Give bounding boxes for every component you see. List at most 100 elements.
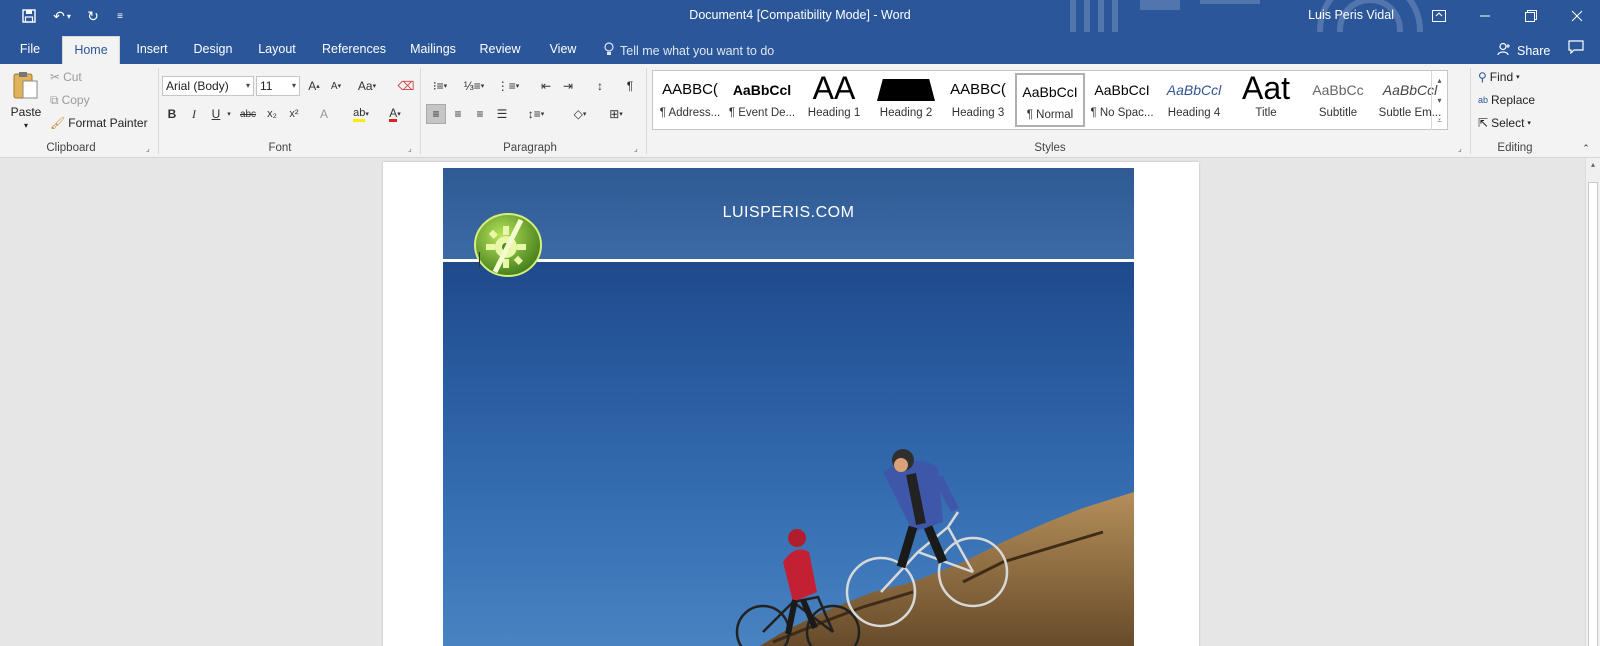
strikethrough-button[interactable]: abc xyxy=(236,104,260,124)
styles-gallery[interactable]: AABBC( ¶ Address... AaBbCcl ¶ Event De..… xyxy=(652,70,1448,130)
numbering-icon[interactable]: ⅓≡ ▾ xyxy=(460,76,488,96)
header-band: LUISPERIS.COM xyxy=(443,168,1134,259)
cover-photo[interactable] xyxy=(443,262,1134,646)
clear-formatting-icon[interactable]: ⌫ xyxy=(396,76,416,96)
separator xyxy=(1470,68,1471,154)
bullets-icon[interactable]: ⁝≡ ▾ xyxy=(426,76,454,96)
select-label: Select xyxy=(1491,116,1525,130)
style-no-spacing[interactable]: AaBbCcI ¶ No Spac... xyxy=(1087,73,1157,127)
style-normal[interactable]: AaBbCcI ¶ Normal xyxy=(1015,73,1085,127)
font-size-combo[interactable]: 11 ▾ xyxy=(256,76,300,96)
style-name: ¶ Event De... xyxy=(728,107,796,119)
tab-home[interactable]: Home xyxy=(62,36,120,64)
tab-view[interactable]: View xyxy=(538,36,588,64)
align-center-icon[interactable]: ≡ xyxy=(448,104,468,124)
style-heading-4[interactable]: AaBbCcl Heading 4 xyxy=(1159,73,1229,127)
shrink-font-icon[interactable]: A ▾ xyxy=(326,76,346,96)
ribbon-display-options-icon[interactable] xyxy=(1416,0,1462,32)
underline-button[interactable]: U xyxy=(206,104,226,124)
style-name: ¶ Normal xyxy=(1026,109,1074,121)
style-preview xyxy=(871,73,941,107)
underline-dropdown-icon[interactable]: ▾ xyxy=(224,104,234,124)
line-spacing-icon[interactable]: ↕≡ ▾ xyxy=(522,104,550,124)
tab-file[interactable]: File xyxy=(14,36,46,64)
change-case-button[interactable]: Aa ▾ xyxy=(352,76,382,96)
title-bar: ↶ ▾ ↻ ≡ Document4 [Compatibility Mode] - … xyxy=(0,0,1600,32)
style-name: Heading 4 xyxy=(1167,107,1221,119)
clipboard-launcher-icon[interactable]: ⌟ xyxy=(146,144,156,154)
minimize-icon[interactable] xyxy=(1462,0,1508,32)
gallery-scroll-up-icon[interactable]: ▴ xyxy=(1431,71,1447,90)
style-heading-2[interactable]: Heading 2 xyxy=(871,73,941,127)
borders-icon[interactable]: ⊞ ▾ xyxy=(602,104,630,124)
cut-label: Cut xyxy=(63,70,82,84)
justify-icon[interactable]: ☰ xyxy=(492,104,512,124)
show-formatting-icon[interactable]: ¶ xyxy=(620,76,640,96)
styles-launcher-icon[interactable]: ⌟ xyxy=(1458,144,1468,154)
paragraph-launcher-icon[interactable]: ⌟ xyxy=(634,144,644,154)
copy-icon: ⧉ xyxy=(50,93,59,107)
style-name: Heading 1 xyxy=(807,107,861,119)
cut-button[interactable]: ✂ Cut xyxy=(50,70,82,84)
font-color-button[interactable]: A ▾ xyxy=(382,104,408,124)
share-button[interactable]: Share xyxy=(1497,42,1550,59)
style-event-details[interactable]: AaBbCcl ¶ Event De... xyxy=(727,73,797,127)
tab-mailings[interactable]: Mailings xyxy=(404,36,462,64)
align-left-icon[interactable]: ≡ xyxy=(426,104,446,124)
style-heading-1[interactable]: AA Heading 1 xyxy=(799,73,869,127)
scrollbar-thumb[interactable] xyxy=(1588,182,1598,646)
style-heading-3[interactable]: AABBC( Heading 3 xyxy=(943,73,1013,127)
grow-font-icon[interactable]: A ▴ xyxy=(304,76,324,96)
font-name-combo[interactable]: Arial (Body) ▾ xyxy=(162,76,254,96)
find-button[interactable]: ⚲ Find ▾ xyxy=(1478,70,1520,84)
tab-review[interactable]: Review xyxy=(476,36,524,64)
bold-button[interactable]: B xyxy=(162,104,182,124)
sort-icon[interactable]: ↕ xyxy=(590,76,610,96)
person-icon xyxy=(1497,42,1511,59)
document-page[interactable]: LUISPERIS.COM xyxy=(383,162,1199,646)
increase-indent-icon[interactable]: ⇥ xyxy=(558,76,578,96)
copy-button[interactable]: ⧉ Copy xyxy=(50,93,90,107)
close-icon[interactable] xyxy=(1554,0,1600,32)
paste-button[interactable]: Paste ▾ xyxy=(8,70,44,130)
style-subtitle[interactable]: AaBbCc Subtitle xyxy=(1303,73,1373,127)
gear-logo-icon[interactable] xyxy=(473,212,543,278)
font-launcher-icon[interactable]: ⌟ xyxy=(408,144,418,154)
restore-icon[interactable] xyxy=(1508,0,1554,32)
select-button[interactable]: ⇱ Select ▾ xyxy=(1478,116,1531,130)
align-right-icon[interactable]: ≡ xyxy=(470,104,490,124)
tab-references[interactable]: References xyxy=(316,36,392,64)
vertical-scrollbar[interactable]: ▴ xyxy=(1585,158,1600,646)
collapse-ribbon-icon[interactable]: ⌃ xyxy=(1576,138,1596,158)
tab-layout[interactable]: Layout xyxy=(252,36,302,64)
style-name: ¶ Address... xyxy=(659,107,721,119)
gallery-scroll-down-icon[interactable]: ▾ xyxy=(1431,91,1447,110)
style-title[interactable]: Aat Title xyxy=(1231,73,1301,127)
style-address[interactable]: AABBC( ¶ Address... xyxy=(655,73,725,127)
multilevel-list-icon[interactable]: ⋮≡ ▾ xyxy=(494,76,522,96)
highlight-color-button[interactable]: ab ▾ xyxy=(348,104,374,124)
tab-design[interactable]: Design xyxy=(188,36,238,64)
user-name[interactable]: Luis Peris Vidal xyxy=(1308,8,1394,22)
text-effects-icon[interactable]: A xyxy=(314,104,334,124)
replace-button[interactable]: ab Replace xyxy=(1478,93,1535,107)
replace-icon: ab xyxy=(1478,95,1489,105)
superscript-button[interactable]: x² xyxy=(284,104,304,124)
scroll-up-icon[interactable]: ▴ xyxy=(1586,160,1600,169)
subscript-button[interactable]: x₂ xyxy=(262,104,282,124)
comments-icon[interactable] xyxy=(1568,40,1584,58)
gallery-more-icon[interactable]: ⩡ xyxy=(1431,111,1447,130)
format-painter-label: Format Painter xyxy=(68,116,148,130)
separator xyxy=(420,68,421,154)
decrease-indent-icon[interactable]: ⇤ xyxy=(536,76,556,96)
cursor-arrow-icon: ⇱ xyxy=(1478,116,1489,130)
style-name: Subtitle xyxy=(1318,107,1358,119)
tell-me-search[interactable]: Tell me what you want to do xyxy=(604,42,774,59)
header-title[interactable]: LUISPERIS.COM xyxy=(443,204,1134,222)
scissors-icon: ✂ xyxy=(50,70,61,84)
shading-icon[interactable]: ◇ ▾ xyxy=(566,104,594,124)
format-painter-button[interactable]: 🖌 Format Painter xyxy=(50,116,148,130)
clipboard-group-label: Clipboard xyxy=(46,142,96,154)
tab-insert[interactable]: Insert xyxy=(130,36,174,64)
italic-button[interactable]: I xyxy=(184,104,204,124)
